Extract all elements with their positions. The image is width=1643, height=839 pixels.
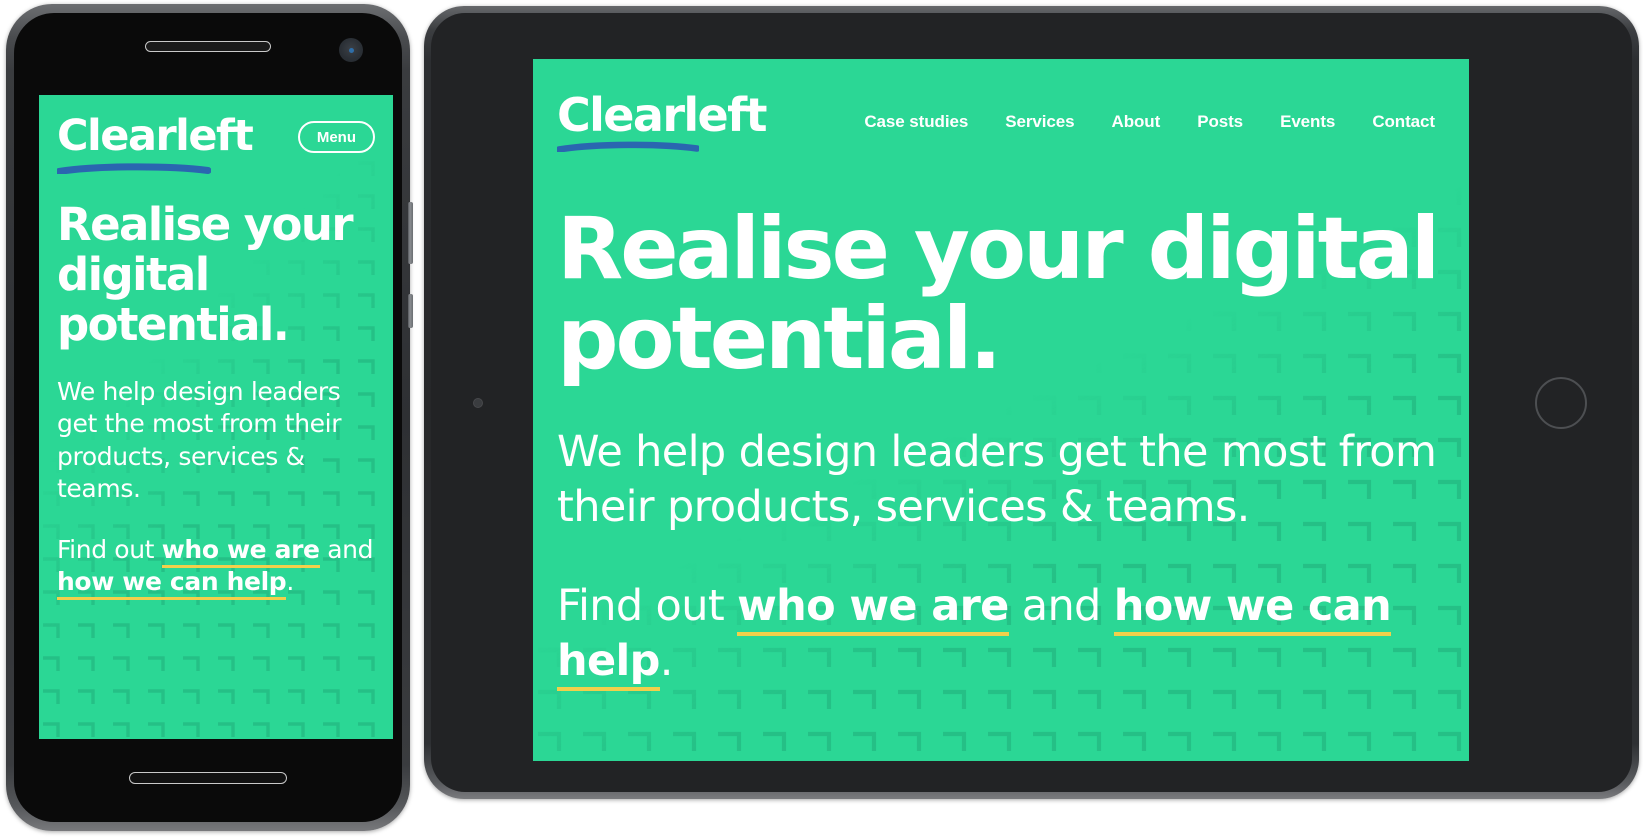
tablet-front-camera-icon: [473, 397, 483, 408]
phone-site-body: Realise your digital potential. We help …: [39, 174, 393, 601]
page-lede: We help design leaders get the most from…: [557, 426, 1437, 532]
tablet-site-header: Clearleft Case studies Services About Po…: [533, 59, 1469, 152]
tablet-device: Clearleft Case studies Services About Po…: [424, 6, 1639, 799]
logo-underline-stroke: [57, 163, 211, 174]
phone-earpiece-speaker: [145, 41, 271, 52]
find-out-prefix: Find out: [557, 580, 738, 631]
phone-device: Clearleft Menu Realise your digital pote…: [6, 4, 413, 831]
page-headline: Realise your digital potential.: [557, 199, 1440, 390]
logo-text: Clearleft: [557, 88, 768, 142]
main-navigation: Case studies Services About Posts Events…: [864, 92, 1435, 132]
phone-power-button[interactable]: [408, 294, 413, 328]
logo[interactable]: Clearleft: [57, 111, 254, 174]
find-out-suffix: .: [286, 567, 294, 597]
find-out-middle: and: [1008, 580, 1114, 631]
phone-screen: Clearleft Menu Realise your digital pote…: [14, 13, 402, 822]
page-lede: We help design leaders get the most from…: [57, 376, 342, 504]
find-out-paragraph: Find out who we are and how we can help.: [57, 534, 375, 601]
phone-website-viewport: Clearleft Menu Realise your digital pote…: [39, 95, 393, 739]
nav-item-contact[interactable]: Contact: [1372, 112, 1435, 132]
page-headline: Realise your digital potential.: [57, 198, 354, 351]
nav-item-case-studies[interactable]: Case studies: [864, 112, 968, 132]
logo-underline-stroke: [557, 141, 699, 152]
nav-item-posts[interactable]: Posts: [1197, 112, 1243, 132]
phone-site-header: Clearleft Menu: [39, 95, 393, 174]
menu-button[interactable]: Menu: [297, 121, 375, 153]
logo-text: Clearleft: [57, 111, 254, 161]
find-out-paragraph: Find out who we are and how we can help.: [557, 579, 1445, 691]
find-out-middle: and: [319, 534, 374, 564]
phone-front-camera-icon: [339, 38, 363, 62]
nav-item-events[interactable]: Events: [1280, 112, 1335, 132]
tablet-website-viewport: Clearleft Case studies Services About Po…: [533, 59, 1469, 761]
tablet-screen: Clearleft Case studies Services About Po…: [431, 13, 1632, 792]
who-we-are-link[interactable]: who we are: [737, 580, 1009, 636]
tablet-home-button[interactable]: [1535, 376, 1587, 429]
phone-volume-button[interactable]: [408, 202, 413, 264]
phone-bottom-speaker: [129, 772, 287, 784]
who-we-are-link[interactable]: who we are: [161, 534, 320, 568]
nav-item-services[interactable]: Services: [1005, 112, 1074, 132]
find-out-suffix: .: [659, 635, 674, 686]
nav-item-about[interactable]: About: [1112, 112, 1161, 132]
find-out-prefix: Find out: [57, 534, 162, 564]
logo[interactable]: Clearleft: [557, 88, 768, 152]
tablet-site-body: Realise your digital potential. We help …: [533, 152, 1469, 691]
how-we-can-help-link[interactable]: how we can help: [57, 567, 287, 601]
